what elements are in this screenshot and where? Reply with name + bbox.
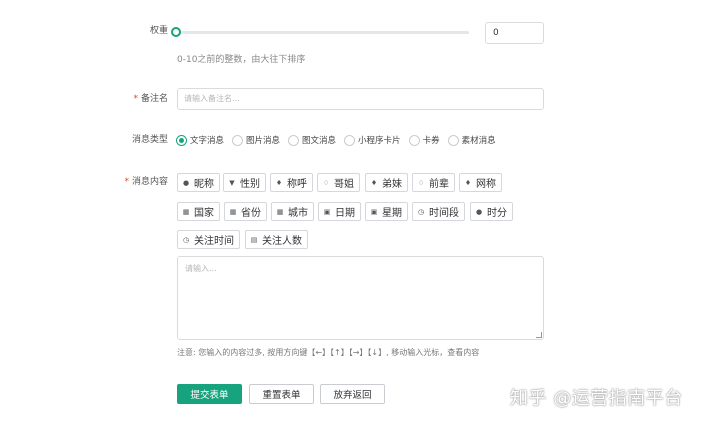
insert-province-button[interactable]: ▦ 省份	[224, 202, 267, 221]
tag-label: 关注人数	[262, 236, 302, 247]
insert-country-button[interactable]: ▦ 国家	[177, 202, 220, 221]
required-mark: *	[133, 94, 138, 104]
person-icon: ●	[182, 178, 190, 187]
radio-icon	[232, 134, 244, 146]
male-icon: ♦	[370, 178, 378, 187]
tag-label: 关注时间	[194, 236, 234, 247]
resize-handle-icon[interactable]	[536, 332, 542, 338]
message-content-label: 消息内容	[131, 177, 168, 187]
weight-hint: 0-10之前的整数，由大往下排序	[177, 55, 306, 65]
list-icon: ▤	[250, 235, 258, 244]
male-icon: ♦	[464, 178, 472, 187]
reset-button[interactable]: 重置表单	[249, 384, 314, 404]
tag-label: 前辈	[429, 179, 449, 190]
map-icon: ▦	[182, 207, 190, 216]
weight-slider-thumb[interactable]	[171, 27, 181, 37]
radio-label: 图文消息	[302, 136, 337, 146]
tag-label: 哥姐	[334, 179, 354, 190]
map-icon: ▦	[229, 207, 237, 216]
radio-image-message[interactable]: 图片消息	[232, 134, 280, 146]
tag-label: 称呼	[287, 179, 307, 190]
insert-time-period-button[interactable]: ◷ 时间段	[412, 202, 465, 221]
radio-checked-icon	[176, 134, 187, 146]
message-content-textarea[interactable]: 请输入...	[177, 256, 544, 340]
radio-icon	[447, 134, 459, 146]
insert-city-button[interactable]: ▦ 城市	[271, 202, 314, 221]
clock-icon: ◷	[417, 207, 425, 216]
radio-icon	[288, 134, 300, 146]
remark-label: 备注名	[140, 94, 168, 104]
insert-date-button[interactable]: ▣ 日期	[318, 202, 361, 221]
tag-label: 省份	[241, 208, 261, 219]
remark-label-row: * 备注名	[48, 93, 168, 105]
radio-icon	[344, 134, 356, 146]
tag-label: 城市	[288, 208, 308, 219]
radio-icon	[408, 134, 420, 146]
radio-material-message[interactable]: 素材消息	[447, 134, 496, 146]
required-mark: *	[124, 177, 129, 187]
weight-input[interactable]: 0	[485, 22, 544, 44]
insert-follower-count-button[interactable]: ▤ 关注人数	[245, 230, 308, 249]
tag-label: 国家	[194, 208, 214, 219]
weight-slider-track[interactable]	[177, 31, 469, 34]
insert-follow-time-button[interactable]: ◷ 关注时间	[177, 230, 240, 249]
radio-article-message[interactable]: 图文消息	[288, 134, 336, 146]
tag-label: 弟妹	[382, 179, 402, 190]
message-type-radio-group: 文字消息 图片消息 图文消息 小程序卡片 卡券 素材消息	[176, 133, 504, 147]
insert-senior-button[interactable]: ♢ 前辈	[412, 173, 455, 192]
insert-nickname-button[interactable]: ● 昵称	[177, 173, 220, 192]
insert-weekday-button[interactable]: ▣ 星期	[365, 202, 408, 221]
radio-label: 素材消息	[461, 136, 496, 146]
insert-netname-button[interactable]: ♦ 网称	[459, 173, 502, 192]
insert-younger-sibling-button[interactable]: ♦ 弟妹	[365, 173, 408, 192]
insert-title-button[interactable]: ♦ 称呼	[270, 173, 313, 192]
weight-label: 权重	[149, 26, 168, 36]
tag-label: 日期	[335, 208, 355, 219]
gender-icon: ▼	[229, 178, 235, 187]
insert-hour-minute-button[interactable]: ● 时分	[470, 202, 513, 221]
message-content-label-row: * 消息内容	[48, 176, 168, 188]
radio-miniprogram-card[interactable]: 小程序卡片	[344, 134, 401, 146]
tag-label: 网称	[476, 179, 496, 190]
tag-label: 时间段	[429, 208, 459, 219]
radio-label: 小程序卡片	[358, 136, 401, 146]
submit-button[interactable]: 提交表单	[177, 384, 242, 404]
remark-input[interactable]: 请输入备注名...	[177, 88, 544, 110]
cancel-button[interactable]: 放弃返回	[320, 384, 385, 404]
tag-label: 性别	[240, 179, 260, 190]
calendar-icon: ▣	[323, 207, 331, 216]
female-icon: ♢	[322, 178, 330, 187]
tag-label: 昵称	[194, 179, 214, 190]
male-icon: ♦	[275, 178, 283, 187]
map-icon: ▦	[276, 207, 284, 216]
watermark: 知乎 @运营指南平台	[510, 388, 683, 409]
clock-icon: ◷	[182, 235, 190, 244]
radio-label: 图片消息	[246, 136, 281, 146]
tag-label: 时分	[487, 208, 507, 219]
radio-label: 卡券	[422, 136, 440, 146]
clock-filled-icon: ●	[475, 207, 483, 216]
radio-text-message[interactable]: 文字消息	[176, 134, 224, 146]
radio-label: 文字消息	[190, 136, 225, 146]
message-type-label: 消息类型	[131, 135, 168, 145]
female-icon: ♢	[417, 178, 425, 187]
calendar-icon: ▣	[370, 207, 378, 216]
tag-label: 星期	[382, 208, 402, 219]
content-note: 注意: 您输入的内容过多, 按用方向键【←】【↑】【→】【↓】, 移动输入光标，…	[177, 348, 480, 357]
radio-coupon[interactable]: 卡券	[408, 134, 440, 146]
insert-brother-sister-button[interactable]: ♢ 哥姐	[317, 173, 360, 192]
insert-gender-button[interactable]: ▼ 性别	[223, 173, 266, 192]
